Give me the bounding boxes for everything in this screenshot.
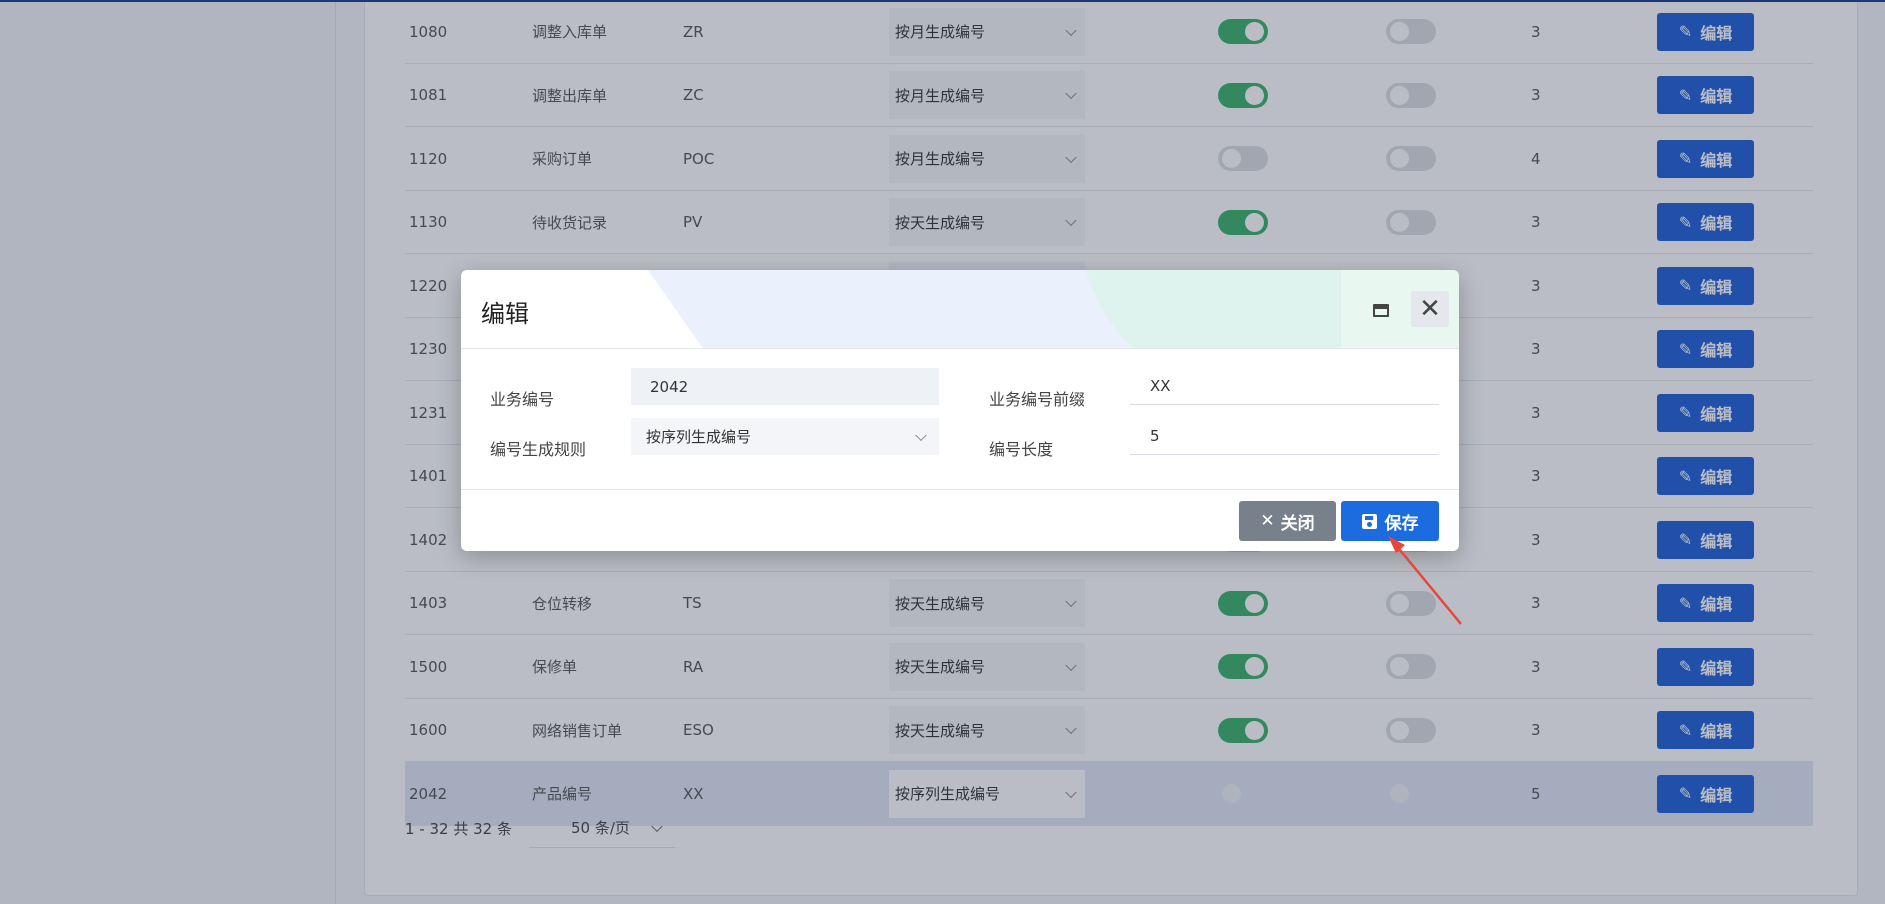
arrow-head	[1388, 536, 1405, 553]
arrow-shaft	[1394, 543, 1462, 625]
annotation-arrow	[1388, 536, 1462, 625]
